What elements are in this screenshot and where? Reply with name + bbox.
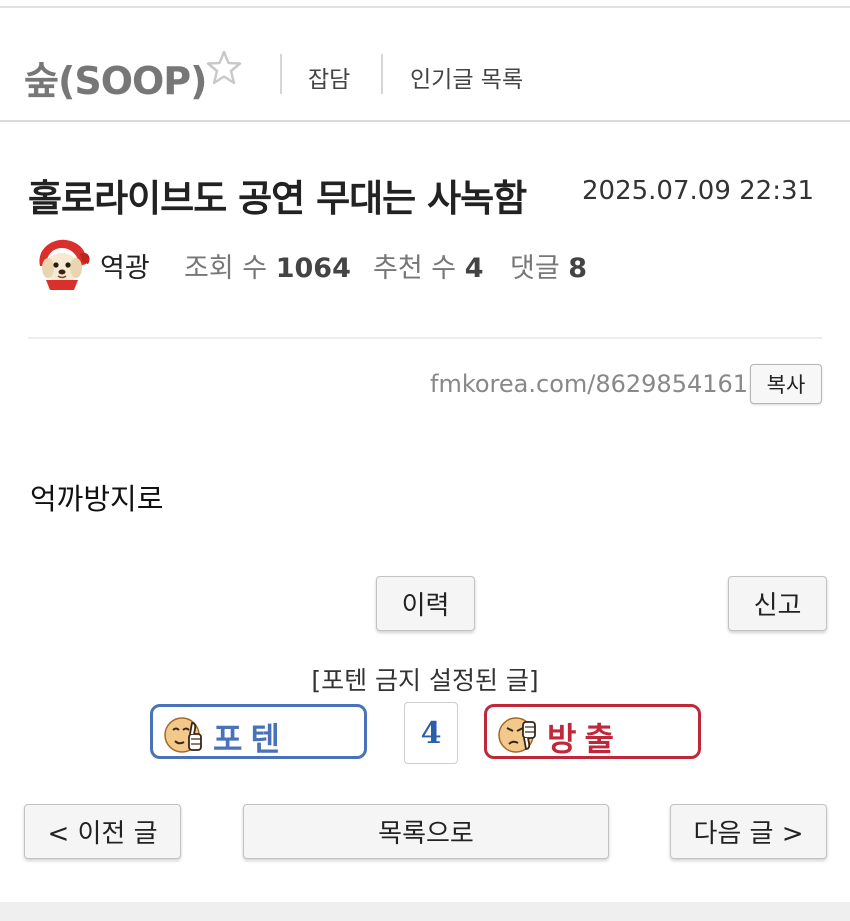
board-link-popular[interactable]: 인기글 목록: [410, 60, 523, 94]
board-link-chat[interactable]: 잡담: [308, 60, 350, 94]
view-count-label: 조회 수: [184, 253, 268, 284]
post-title: 홀로라이브도 공연 무대는 사녹함: [28, 177, 527, 220]
downvote-label: 방출: [547, 720, 622, 758]
post-date: 2025.07.09 22:31: [582, 176, 815, 206]
post-url: fmkorea.com/8629854161: [430, 370, 749, 398]
post-header-divider: [28, 337, 822, 339]
author-name[interactable]: 역광: [100, 246, 150, 285]
next-post-button[interactable]: 다음 글 >: [670, 804, 827, 859]
footer-band: [0, 902, 850, 921]
thumbs-down-face-icon: [497, 714, 539, 756]
board-title[interactable]: 숲(SOOP): [24, 50, 208, 105]
vote-count: 4: [404, 702, 458, 764]
thumbs-up-face-icon: [163, 714, 205, 756]
star-outline-icon[interactable]: [204, 48, 244, 88]
author-avatar[interactable]: [32, 236, 92, 292]
comment-count[interactable]: 댓글 8: [510, 246, 587, 285]
history-button[interactable]: 이력: [376, 576, 475, 631]
view-count: 조회 수 1064: [184, 246, 351, 285]
report-button[interactable]: 신고: [728, 576, 827, 631]
comment-count-label: 댓글: [510, 253, 560, 284]
prev-post-button[interactable]: < 이전 글: [24, 804, 181, 859]
header-separator: [381, 54, 383, 94]
downvote-button[interactable]: 방출: [484, 704, 701, 759]
board-header: 숲(SOOP) 잡담 인기글 목록: [0, 8, 850, 122]
copy-url-button[interactable]: 복사: [750, 364, 822, 404]
view-count-value: 1064: [275, 253, 351, 284]
recommend-count: 추천 수 4: [373, 246, 484, 285]
post-body: 억까방지로: [30, 482, 164, 516]
recommend-count-label: 추천 수: [373, 253, 457, 284]
upvote-label: 포텐: [213, 720, 288, 758]
upvote-button[interactable]: 포텐: [150, 704, 367, 759]
comment-count-value: 8: [568, 253, 588, 284]
potent-disabled-notice: [포텐 금지 설정된 글]: [311, 666, 539, 695]
back-to-list-button[interactable]: 목록으로: [243, 804, 609, 859]
recommend-count-value: 4: [464, 253, 484, 284]
header-separator: [280, 54, 282, 94]
